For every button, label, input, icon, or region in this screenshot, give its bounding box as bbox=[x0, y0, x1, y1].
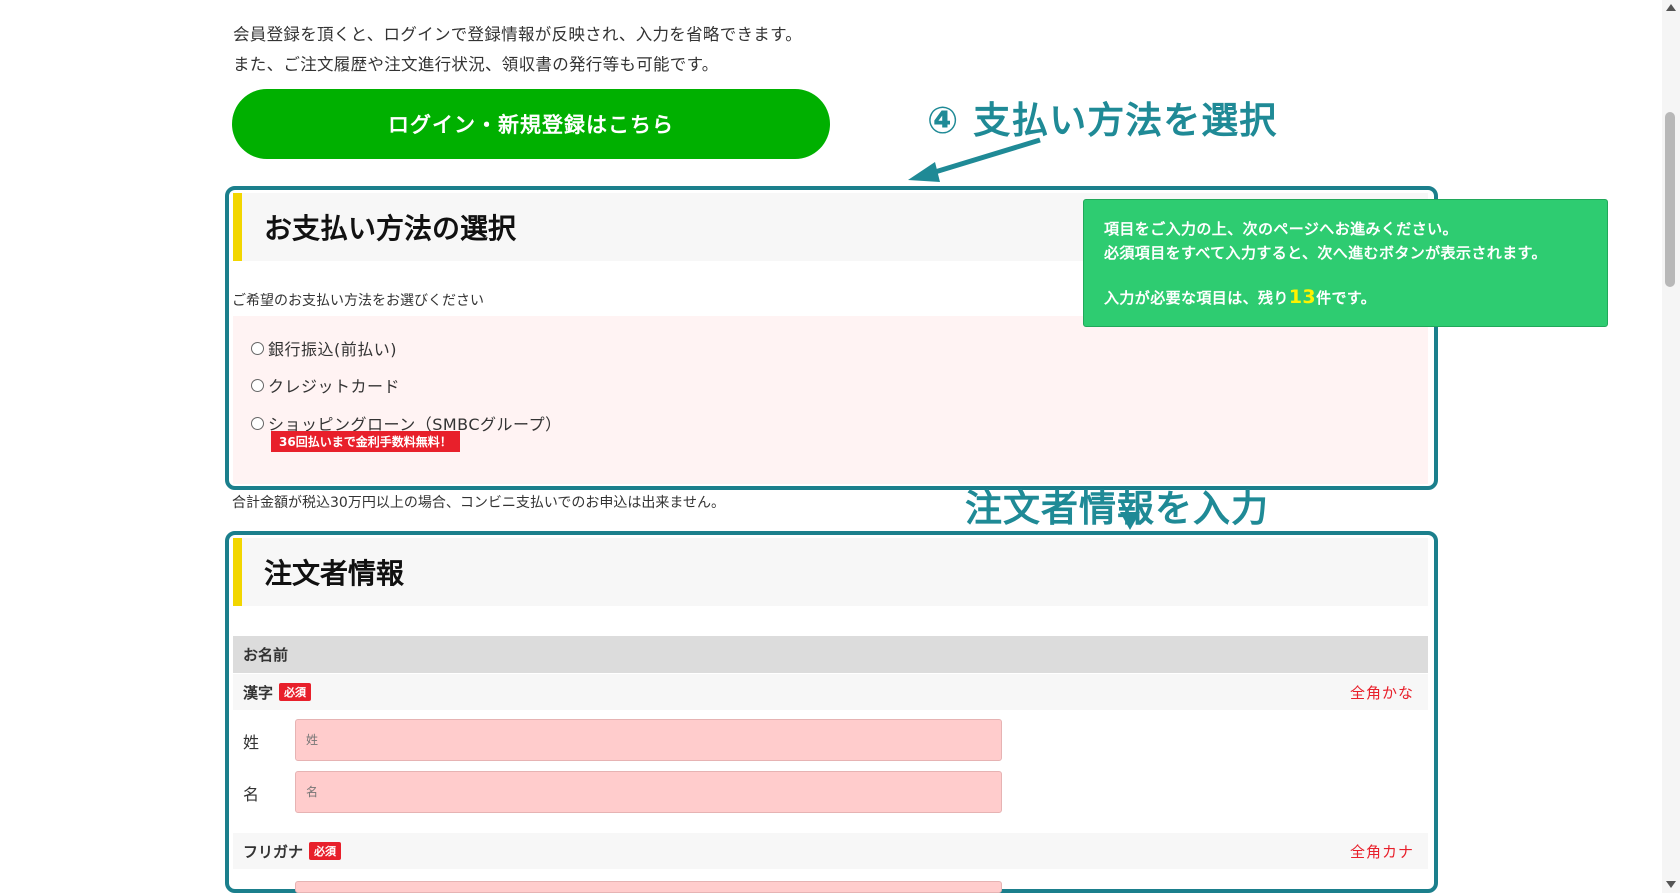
kanji-row: 漢字 必須 全角かな bbox=[233, 674, 1428, 710]
sei-label: 姓 bbox=[243, 733, 260, 752]
tooltip-remaining-suffix: 件です。 bbox=[1316, 289, 1377, 307]
mei-input[interactable] bbox=[295, 771, 1002, 813]
convenience-store-note: 合計金額が税込30万円以上の場合、コンビニ支払いでのお申込は出来ません。 bbox=[232, 495, 725, 511]
tooltip-remaining: 入力が必要な項目は、残り13件です。 bbox=[1104, 285, 1587, 310]
loan-promo-badge: 36回払いまで金利手数料無料！ bbox=[271, 431, 460, 452]
scroll-up-arrow-icon[interactable] bbox=[1666, 4, 1676, 11]
kanji-hint: 全角かな bbox=[1349, 683, 1414, 702]
scroll-down-arrow-icon[interactable] bbox=[1666, 881, 1676, 888]
arrow-step4-head bbox=[908, 162, 940, 182]
arrow-step4-line bbox=[934, 137, 1041, 175]
radio-icon[interactable] bbox=[251, 378, 264, 392]
payment-options-box: 銀行振込(前払い) クレジットカード ショッピングローン（SMBCグループ） 3… bbox=[233, 316, 1428, 484]
tooltip-remaining-count: 13 bbox=[1288, 286, 1317, 308]
payment-option-bank[interactable]: 銀行振込(前払い) bbox=[251, 336, 397, 360]
kana-input-partial[interactable] bbox=[295, 881, 1002, 893]
kana-label: フリガナ bbox=[243, 842, 304, 861]
payment-prompt: ご希望のお支払い方法をお選びください bbox=[232, 293, 484, 309]
kana-row: フリガナ 必須 全角カナ bbox=[233, 833, 1428, 869]
sei-input[interactable] bbox=[295, 719, 1002, 761]
name-group-header: お名前 bbox=[233, 636, 1428, 673]
scrollbar-thumb[interactable] bbox=[1665, 112, 1675, 287]
payment-option-credit[interactable]: クレジットカード bbox=[251, 373, 400, 397]
radio-icon[interactable] bbox=[251, 416, 264, 430]
kanji-label: 漢字 bbox=[243, 683, 274, 702]
required-badge: 必須 bbox=[279, 683, 312, 701]
mei-label: 名 bbox=[243, 785, 260, 804]
tooltip-remaining-prefix: 入力が必要な項目は、残り bbox=[1104, 289, 1289, 307]
required-badge: 必須 bbox=[309, 842, 342, 860]
payment-option-label: クレジットカード bbox=[268, 377, 401, 396]
required-fields-tooltip: 項目をご入力の上、次のページへお進みください。 必須項目をすべて入力すると、次へ… bbox=[1083, 199, 1608, 327]
orderer-section-title: 注文者情報 bbox=[233, 538, 1428, 606]
tooltip-line-1: 項目をご入力の上、次のページへお進みください。 bbox=[1104, 220, 1458, 238]
tooltip-line-2: 必須項目をすべて入力すると、次へ進むボタンが表示されます。 bbox=[1104, 244, 1547, 262]
radio-icon[interactable] bbox=[251, 341, 264, 355]
annotation-orderer: 注文者情報を入力 bbox=[965, 487, 1269, 530]
kana-hint: 全角カナ bbox=[1349, 842, 1414, 861]
payment-option-label: 銀行振込(前払い) bbox=[268, 340, 397, 359]
